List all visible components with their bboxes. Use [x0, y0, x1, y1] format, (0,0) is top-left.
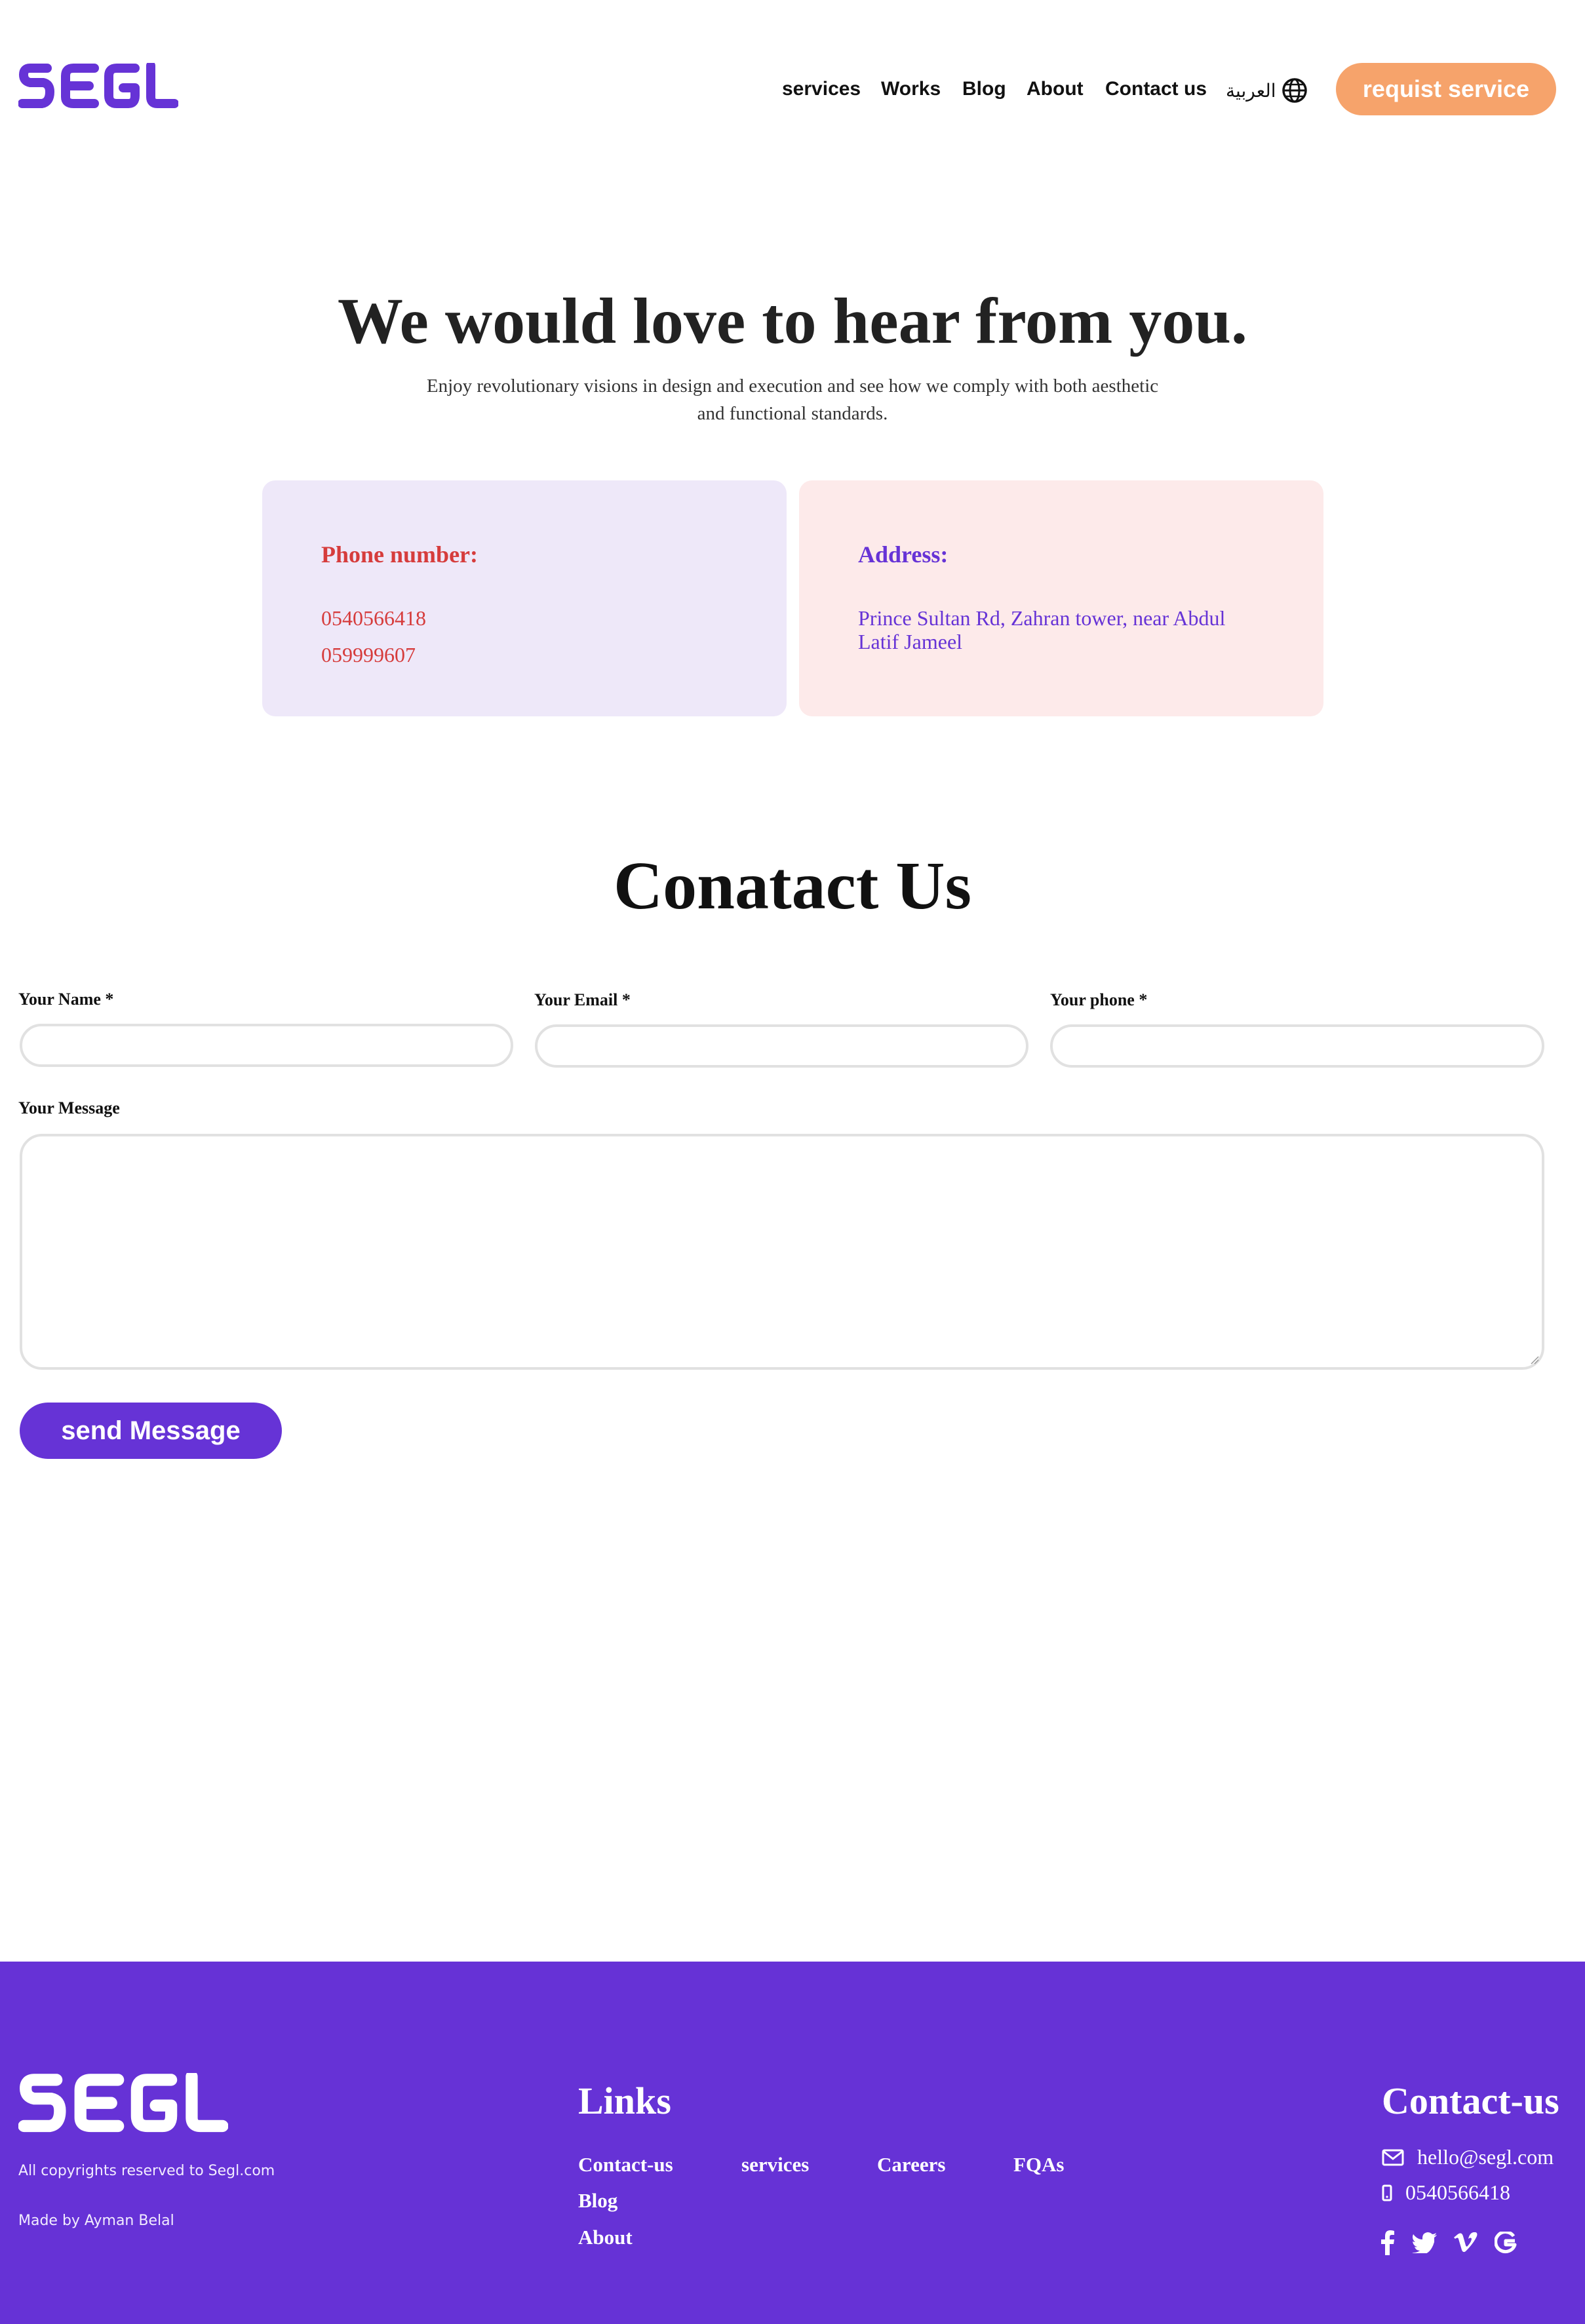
footer-links-title: Links — [578, 2080, 671, 2122]
footer-email-text: hello@segl.com — [1417, 2145, 1554, 2169]
address-line-2: Latif Jameel — [858, 630, 963, 653]
email-label: Your Email * — [534, 990, 631, 1009]
mobile-phone-icon — [1382, 2184, 1392, 2201]
facebook-icon[interactable] — [1380, 2230, 1395, 2255]
request-service-button[interactable]: requist service — [1336, 63, 1556, 115]
logo[interactable] — [18, 61, 179, 113]
contact-section-title: Conatact Us — [614, 848, 971, 923]
footer-link-blog[interactable]: Blog — [578, 2189, 617, 2213]
footer-logo[interactable] — [18, 2070, 229, 2138]
globe-icon — [1282, 78, 1307, 103]
message-textarea[interactable] — [20, 1134, 1544, 1370]
resize-handle-icon[interactable] — [1530, 1355, 1539, 1365]
copyright-text: All copyrights reserved to Segl.com — [18, 2163, 275, 2179]
envelope-icon — [1382, 2149, 1404, 2165]
footer-phone-text: 0540566418 — [1405, 2180, 1510, 2204]
footer-link-fqas[interactable]: FQAs — [1013, 2153, 1065, 2177]
nav-about[interactable]: About — [1027, 63, 1084, 115]
phone-input[interactable] — [1050, 1024, 1544, 1068]
nav-blog[interactable]: Blog — [962, 63, 1006, 115]
nav-services[interactable]: services — [782, 63, 861, 115]
hero-subtitle-line-2: and functional standards. — [697, 403, 888, 424]
google-icon[interactable] — [1495, 2232, 1517, 2254]
segl-logo-icon — [18, 61, 179, 108]
address-card-title: Address: — [858, 541, 949, 568]
email-input[interactable] — [535, 1024, 1028, 1068]
footer-link-careers[interactable]: Careers — [877, 2153, 945, 2177]
footer-link-about[interactable]: About — [578, 2226, 633, 2249]
footer-link-services[interactable]: services — [741, 2153, 809, 2177]
footer-link-contact-us[interactable]: Contact-us — [578, 2153, 673, 2177]
segl-logo-white-icon — [18, 2070, 229, 2133]
language-label: العربية — [1226, 79, 1276, 102]
name-input[interactable] — [20, 1024, 513, 1067]
message-label: Your Message — [18, 1098, 120, 1117]
nav-contact-us[interactable]: Contact us — [1105, 63, 1207, 115]
address-card: Address: Prince Sultan Rd, Zahran tower,… — [799, 480, 1323, 716]
phone-number-2[interactable]: 059999607 — [321, 643, 416, 667]
send-message-button[interactable]: send Message — [20, 1403, 282, 1459]
phone-card: Phone number: 0540566418 059999607 — [262, 480, 787, 716]
language-switcher[interactable]: العربية — [1226, 71, 1308, 110]
phone-card-title: Phone number: — [321, 541, 479, 568]
footer-phone[interactable]: 0540566418 — [1382, 2180, 1510, 2205]
footer-contact-title: Contact-us — [1382, 2080, 1559, 2122]
footer-email[interactable]: hello@segl.com — [1382, 2145, 1554, 2169]
phone-label: Your phone * — [1050, 990, 1148, 1009]
twitter-icon[interactable] — [1412, 2232, 1437, 2253]
footer: All copyrights reserved to Segl.com Made… — [0, 1962, 1585, 2324]
hero-title: We would love to hear from you. — [338, 284, 1247, 357]
name-label: Your Name * — [18, 990, 114, 1009]
vimeo-icon[interactable] — [1454, 2232, 1477, 2253]
phone-number-1[interactable]: 0540566418 — [321, 606, 426, 630]
hero-subtitle: Enjoy revolutionary visions in design an… — [393, 372, 1192, 427]
made-by-text: Made by Ayman Belal — [18, 2213, 174, 2229]
nav-works[interactable]: Works — [881, 63, 941, 115]
hero-subtitle-line-1: Enjoy revolutionary visions in design an… — [426, 376, 1159, 397]
address-line-1: Prince Sultan Rd, Zahran tower, near Abd… — [858, 606, 1226, 630]
social-links — [1380, 2230, 1517, 2255]
